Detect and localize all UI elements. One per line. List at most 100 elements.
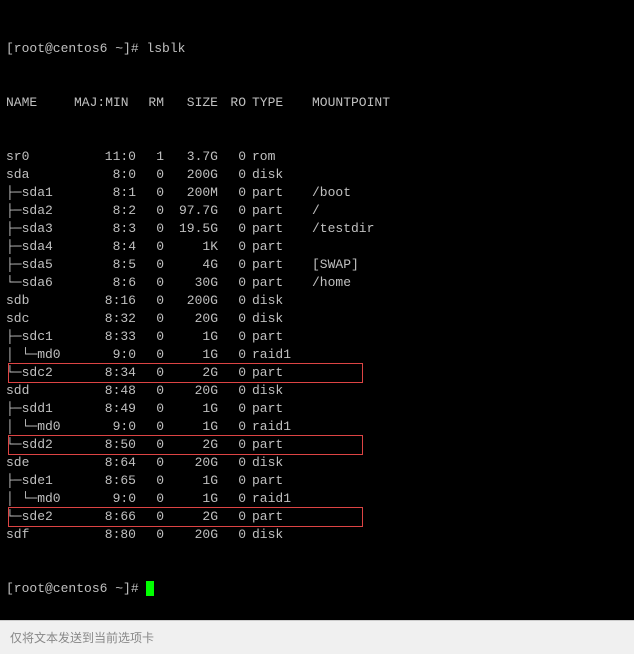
cell-majmin: 8:32 (74, 310, 136, 328)
cell-name: sr0 (6, 148, 74, 166)
cell-size: 2G (164, 364, 218, 382)
cell-ro: 0 (218, 328, 246, 346)
cell-ro: 0 (218, 418, 246, 436)
lsblk-row: ├─sdc18:3301G0part (6, 328, 628, 346)
cell-rm: 0 (136, 202, 164, 220)
cell-ro: 0 (218, 526, 246, 544)
lsblk-row: sdf8:80020G0disk (6, 526, 628, 544)
cell-size: 200M (164, 184, 218, 202)
cell-name: sda (6, 166, 74, 184)
cell-ro: 0 (218, 508, 246, 526)
lsblk-row: sdb8:160200G0disk (6, 292, 628, 310)
cell-rm: 0 (136, 364, 164, 382)
cell-type: part (246, 184, 302, 202)
cell-majmin: 8:66 (74, 508, 136, 526)
cell-name: sdf (6, 526, 74, 544)
cell-name: └─sdd2 (6, 436, 74, 454)
cell-rm: 0 (136, 418, 164, 436)
cell-size: 1G (164, 418, 218, 436)
cell-size: 1G (164, 346, 218, 364)
terminal-output[interactable]: [root@centos6 ~]# lsblk NAMEMAJ:MINRMSIZ… (0, 0, 634, 620)
cell-type: disk (246, 382, 302, 400)
cursor-icon (146, 581, 154, 596)
command-text: lsblk (146, 41, 185, 56)
cell-majmin: 9:0 (74, 490, 136, 508)
cell-majmin: 8:80 (74, 526, 136, 544)
header-size: SIZE (164, 94, 218, 112)
cell-rm: 0 (136, 490, 164, 508)
cell-type: disk (246, 166, 302, 184)
cell-ro: 0 (218, 454, 246, 472)
cell-mountpoint: / (302, 202, 320, 220)
cell-ro: 0 (218, 292, 246, 310)
cell-majmin: 8:33 (74, 328, 136, 346)
cell-type: part (246, 400, 302, 418)
header-rm: RM (136, 94, 164, 112)
cell-type: part (246, 328, 302, 346)
lsblk-row: ├─sda38:3019.5G0part/testdir (6, 220, 628, 238)
cell-type: part (246, 472, 302, 490)
cell-majmin: 8:5 (74, 256, 136, 274)
cell-name: └─sda6 (6, 274, 74, 292)
lsblk-row: ├─sde18:6501G0part (6, 472, 628, 490)
lsblk-row: ├─sda48:401K0part (6, 238, 628, 256)
cell-name: └─sdc2 (6, 364, 74, 382)
cell-majmin: 8:6 (74, 274, 136, 292)
lsblk-row: sdd8:48020G0disk (6, 382, 628, 400)
cell-type: rom (246, 148, 302, 166)
cell-rm: 0 (136, 328, 164, 346)
cell-size: 20G (164, 454, 218, 472)
cell-name: sde (6, 454, 74, 472)
cell-size: 30G (164, 274, 218, 292)
cell-name: ├─sda3 (6, 220, 74, 238)
cell-type: part (246, 274, 302, 292)
status-text: 仅将文本发送到当前选项卡 (10, 631, 154, 645)
cell-type: disk (246, 292, 302, 310)
lsblk-row: └─sdd28:5002G0part (6, 436, 628, 454)
cell-majmin: 8:4 (74, 238, 136, 256)
cell-ro: 0 (218, 436, 246, 454)
cell-ro: 0 (218, 382, 246, 400)
cell-majmin: 8:49 (74, 400, 136, 418)
cell-rm: 0 (136, 256, 164, 274)
cell-rm: 1 (136, 148, 164, 166)
shell-prompt: [root@centos6 ~]# (6, 581, 146, 596)
cell-name: ├─sda2 (6, 202, 74, 220)
cell-ro: 0 (218, 364, 246, 382)
cell-size: 20G (164, 526, 218, 544)
cell-mountpoint: /testdir (302, 220, 374, 238)
header-ro: RO (218, 94, 246, 112)
lsblk-row: └─sde28:6602G0part (6, 508, 628, 526)
cell-ro: 0 (218, 274, 246, 292)
cell-name: ├─sda4 (6, 238, 74, 256)
lsblk-row: sdc8:32020G0disk (6, 310, 628, 328)
cell-name: ├─sda1 (6, 184, 74, 202)
lsblk-row: │ └─md09:001G0raid1 (6, 490, 628, 508)
cell-rm: 0 (136, 166, 164, 184)
cell-size: 1G (164, 328, 218, 346)
cell-mountpoint: /home (302, 274, 351, 292)
cell-ro: 0 (218, 472, 246, 490)
cell-name: ├─sde1 (6, 472, 74, 490)
lsblk-row: ├─sdd18:4901G0part (6, 400, 628, 418)
cell-ro: 0 (218, 310, 246, 328)
cell-name: ├─sda5 (6, 256, 74, 274)
lsblk-row: ├─sda28:2097.7G0part/ (6, 202, 628, 220)
cell-name: ├─sdc1 (6, 328, 74, 346)
cell-mountpoint: /boot (302, 184, 351, 202)
lsblk-row: └─sda68:6030G0part/home (6, 274, 628, 292)
prompt-line-2: [root@centos6 ~]# (6, 580, 628, 598)
cell-size: 20G (164, 382, 218, 400)
cell-rm: 0 (136, 274, 164, 292)
cell-majmin: 8:34 (74, 364, 136, 382)
cell-ro: 0 (218, 346, 246, 364)
cell-majmin: 8:2 (74, 202, 136, 220)
cell-size: 2G (164, 436, 218, 454)
header-name: NAME (6, 94, 74, 112)
cell-rm: 0 (136, 508, 164, 526)
lsblk-row: sde8:64020G0disk (6, 454, 628, 472)
cell-majmin: 8:0 (74, 166, 136, 184)
cell-type: disk (246, 454, 302, 472)
cell-majmin: 8:48 (74, 382, 136, 400)
cell-rm: 0 (136, 382, 164, 400)
